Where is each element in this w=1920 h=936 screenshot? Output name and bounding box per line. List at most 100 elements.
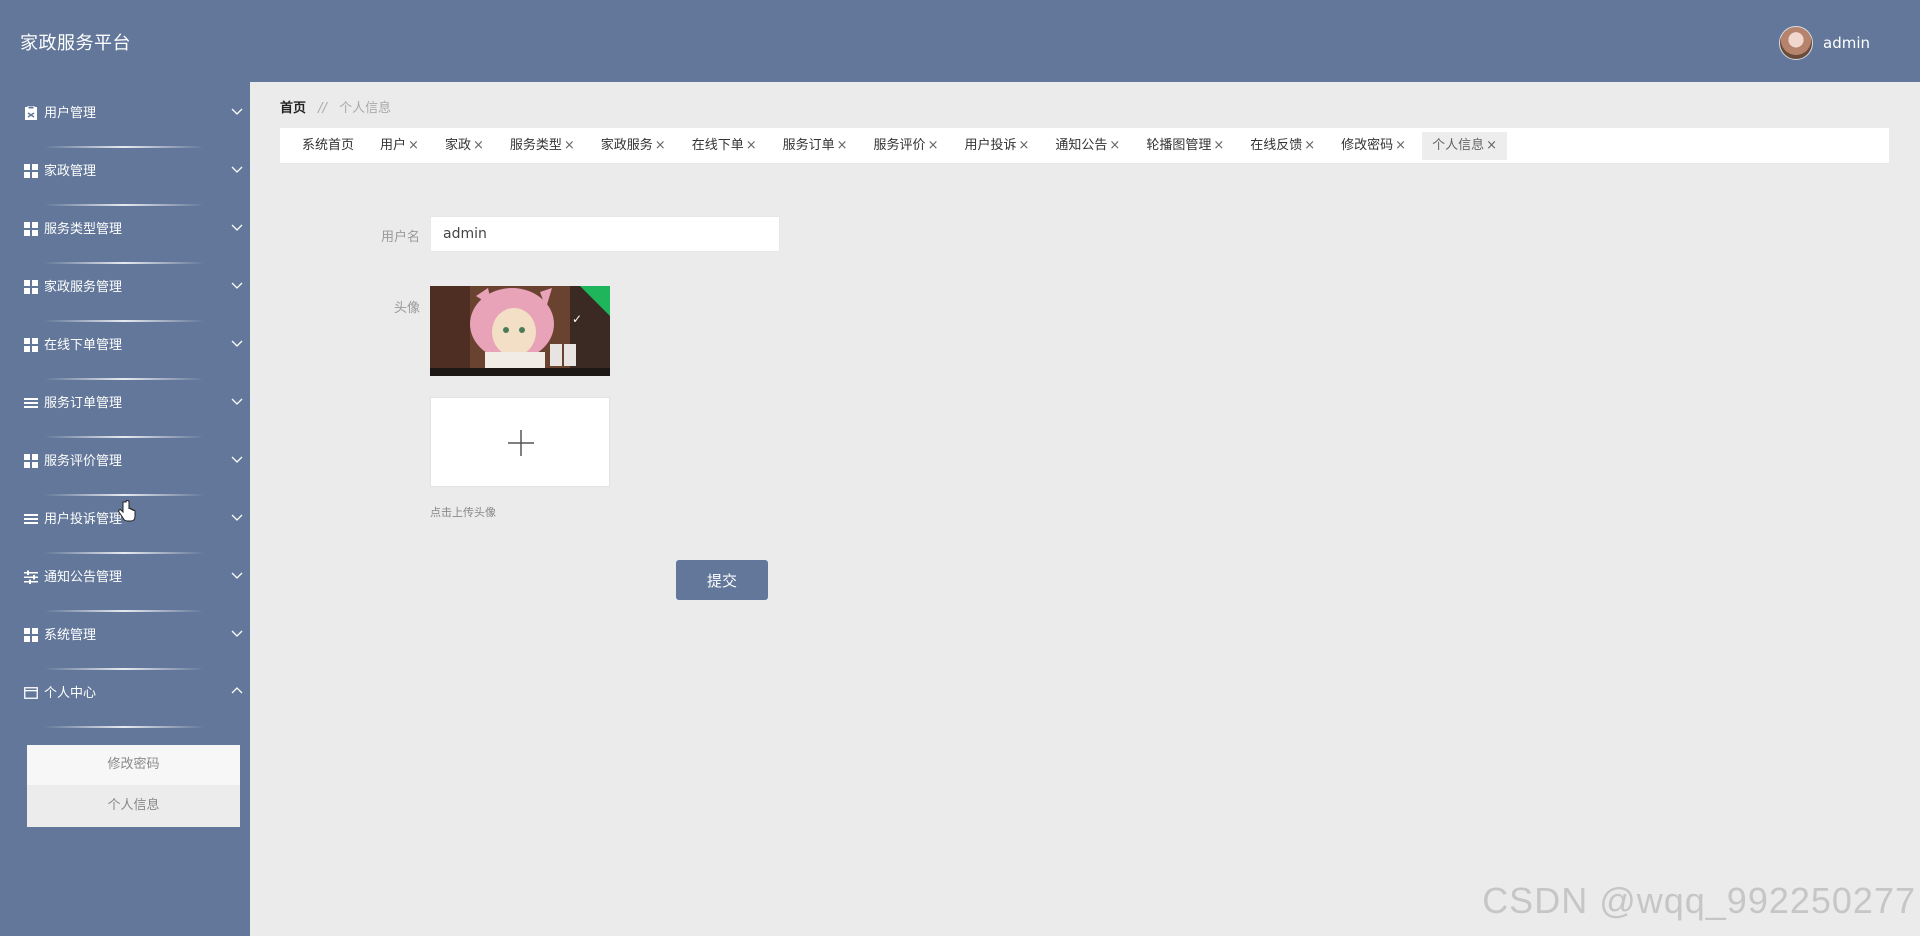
tab[interactable]: 在线反馈 ×: [1240, 132, 1325, 160]
grid-icon: [24, 163, 38, 178]
close-icon[interactable]: ×: [655, 132, 666, 160]
sidebar-item-content: 系统管理: [24, 624, 96, 643]
tab-label: 修改密码: [1341, 137, 1394, 153]
close-icon[interactable]: ×: [1109, 132, 1120, 160]
chevron-down-icon: [230, 103, 244, 117]
avatar-upload-button[interactable]: [430, 397, 610, 487]
tab[interactable]: 修改密码 ×: [1331, 132, 1416, 160]
list-icon: [24, 395, 38, 409]
tab[interactable]: 服务类型 ×: [500, 132, 585, 160]
breadcrumb-current: 个人信息: [339, 101, 392, 116]
close-icon[interactable]: ×: [1304, 132, 1315, 160]
chevron-down-icon: [230, 277, 244, 291]
tab-label: 服务类型: [509, 137, 562, 153]
tab-label: 用户投诉: [964, 137, 1017, 153]
tab-label: 服务订单: [782, 137, 835, 153]
sidebar-item[interactable]: 通知公告管理: [0, 546, 250, 612]
tab[interactable]: 用户 ×: [370, 132, 429, 160]
breadcrumb-home[interactable]: 首页: [280, 101, 306, 116]
tab-label: 家政: [444, 137, 471, 153]
close-icon[interactable]: ×: [1395, 132, 1406, 160]
grid-icon: [24, 627, 38, 642]
submenu-item[interactable]: 修改密码: [27, 745, 240, 786]
sidebar-item-label: 服务类型管理: [44, 222, 123, 237]
tab-label: 在线下单: [691, 137, 744, 153]
close-icon[interactable]: ×: [1018, 132, 1029, 160]
chevron-down-icon: [230, 509, 244, 523]
top-header: 家政服务平台 admin: [0, 0, 1920, 82]
tab[interactable]: 轮播图管理 ×: [1136, 132, 1234, 160]
tab-label: 服务评价: [873, 137, 926, 153]
tab[interactable]: 通知公告 ×: [1045, 132, 1130, 160]
sidebar-item[interactable]: 个人中心: [0, 662, 250, 728]
sidebar-item-label: 个人中心: [44, 686, 97, 701]
avatar[interactable]: [1779, 26, 1813, 60]
chevron-down-icon: [230, 161, 244, 175]
tab-bar: 系统首页 用户 × 家政 × 服务类型 × 家政服务 × 在线下单 × 服务订单 × 服务评价 × 用户投诉 ×…: [280, 128, 1889, 164]
watermark: CSDN @wqq_992250277: [1482, 880, 1916, 921]
close-icon[interactable]: ×: [473, 132, 484, 160]
sidebar-item-label: 通知公告管理: [44, 570, 123, 585]
grid-icon: [24, 453, 38, 468]
sidebar-item[interactable]: 家政管理: [0, 140, 250, 206]
sidebar-item-label: 在线下单管理: [44, 338, 123, 353]
list-icon: [24, 511, 38, 525]
sidebar-item-content: 用户投诉管理: [24, 508, 122, 527]
chevron-down-icon: [230, 625, 244, 639]
tab[interactable]: 服务评价 ×: [864, 132, 949, 160]
close-icon[interactable]: ×: [1486, 132, 1497, 160]
close-icon[interactable]: ×: [837, 132, 848, 160]
tab[interactable]: 用户投诉 ×: [954, 132, 1039, 160]
sidebar-item-content: 在线下单管理: [24, 334, 122, 353]
tab[interactable]: 家政 ×: [435, 132, 494, 160]
sidebar-item[interactable]: 服务评价管理: [0, 430, 250, 496]
avatar-label: 头像: [393, 301, 420, 316]
close-icon[interactable]: ×: [928, 132, 939, 160]
username-label[interactable]: admin: [1823, 34, 1870, 52]
user-menu[interactable]: admin: [1779, 26, 1870, 60]
sidebar-item[interactable]: 系统管理: [0, 604, 250, 670]
close-icon[interactable]: ×: [1213, 132, 1224, 160]
sidebar-item[interactable]: 在线下单管理: [0, 314, 250, 380]
tab[interactable]: 家政服务 ×: [591, 132, 676, 160]
sidebar-item[interactable]: 服务订单管理: [0, 372, 250, 438]
sliders-icon: [24, 569, 38, 584]
tab[interactable]: 在线下单 ×: [682, 132, 767, 160]
tab[interactable]: 服务订单 ×: [773, 132, 858, 160]
sidebar-item[interactable]: 服务类型管理: [0, 198, 250, 264]
tab-label: 用户: [380, 137, 407, 153]
avatar-image[interactable]: ✓: [430, 286, 610, 376]
card-icon: [24, 685, 38, 699]
grid-icon: [24, 221, 38, 236]
sidebar-item[interactable]: 用户管理: [0, 82, 250, 148]
breadcrumb: 首页 // 个人信息: [280, 97, 391, 116]
close-icon[interactable]: ×: [408, 132, 419, 160]
submit-button[interactable]: 提交: [676, 560, 768, 600]
sidebar-item-label: 服务订单管理: [44, 396, 123, 411]
sidebar-item-label: 家政管理: [44, 164, 97, 179]
sidebar-item-label: 用户投诉管理: [44, 512, 123, 527]
chevron-up-icon: [230, 683, 244, 697]
sidebar-item-label: 用户管理: [44, 106, 97, 121]
upload-tip: 点击上传头像: [430, 506, 496, 519]
tab-label: 通知公告: [1055, 137, 1108, 153]
grid-icon: [24, 279, 38, 294]
sidebar-item-content: 通知公告管理: [24, 566, 122, 585]
submenu-item[interactable]: 个人信息: [27, 786, 240, 827]
sidebar-item-label: 服务评价管理: [44, 454, 123, 469]
tab[interactable]: 系统首页: [292, 132, 364, 160]
sidebar-item-content: 用户管理: [24, 102, 96, 121]
close-icon[interactable]: ×: [564, 132, 575, 160]
app-title: 家政服务平台: [20, 33, 131, 54]
sidebar-item-content: 服务订单管理: [24, 392, 122, 411]
tab-label: 轮播图管理: [1146, 137, 1212, 153]
sidebar-item[interactable]: 家政服务管理: [0, 256, 250, 322]
sidebar-item-content: 个人中心: [24, 682, 96, 701]
tab-label: 在线反馈: [1250, 137, 1303, 153]
tab[interactable]: 个人信息 ×: [1422, 131, 1507, 160]
chevron-down-icon: [230, 335, 244, 349]
close-icon[interactable]: ×: [746, 132, 757, 160]
username-input[interactable]: [430, 216, 780, 252]
sidebar-item-content: 家政服务管理: [24, 276, 122, 295]
tab-label: 系统首页: [302, 137, 355, 153]
